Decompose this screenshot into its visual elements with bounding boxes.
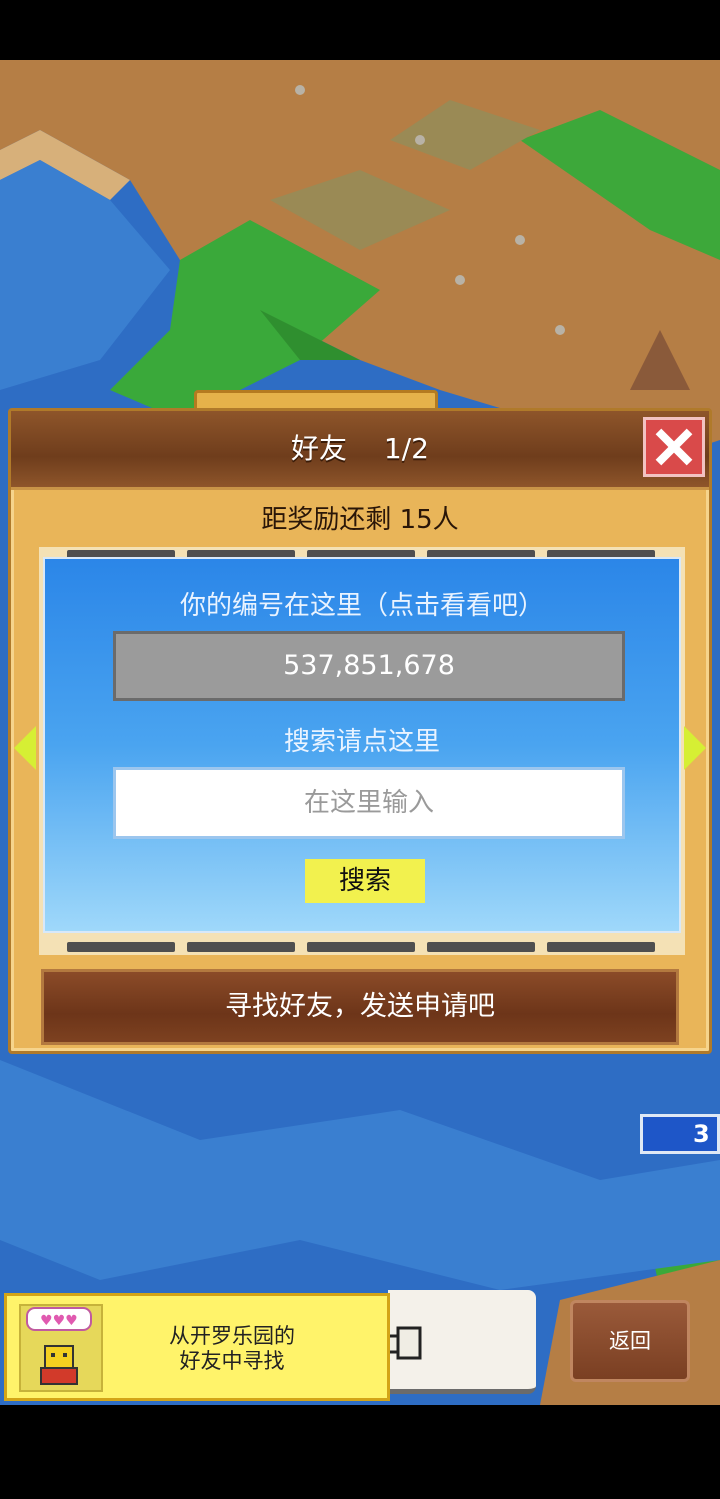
arrow-right-icon[interactable]: [684, 726, 706, 770]
search-button[interactable]: 搜索: [305, 859, 425, 903]
reward-remaining-text: 距奖励还剩 15人: [261, 505, 459, 535]
kairo-friends-banner[interactable]: ♥♥♥ 从开罗乐园的 好友中寻找: [4, 1293, 390, 1401]
id-caption: 你的编号在这里（点击看看吧）: [179, 591, 544, 621]
friend-id-panel: 你的编号在这里（点击看看吧） 537,851,678 搜索请点这里 在这里输入 …: [43, 557, 681, 933]
svg-text:♥♥♥: ♥♥♥: [40, 1313, 78, 1329]
tab-strip-bottom: [39, 939, 685, 953]
player-id-box[interactable]: 537,851,678: [113, 631, 625, 701]
kairo-banner-text: 从开罗乐园的 好友中寻找: [169, 1324, 295, 1373]
kairo-mascot-icon: ♥♥♥: [19, 1304, 103, 1392]
dialog-header: 好友 1/2: [11, 411, 709, 490]
friends-dialog: 好友 1/2 距奖励还剩 15人 你的编号在这里（点击看看吧） 537,851,…: [8, 408, 712, 1054]
return-button[interactable]: 返回: [570, 1300, 690, 1382]
side-counter: 3: [640, 1114, 720, 1154]
arrow-left-icon[interactable]: [14, 726, 36, 770]
kairo-banner-tail[interactable]: [360, 1290, 536, 1394]
dialog-title: 好友 1/2: [291, 432, 429, 465]
search-caption: 搜索请点这里: [283, 727, 440, 757]
close-button[interactable]: [643, 417, 705, 477]
send-request-button[interactable]: 寻找好友，发送申请吧: [41, 969, 679, 1045]
search-input[interactable]: 在这里输入: [113, 767, 625, 839]
